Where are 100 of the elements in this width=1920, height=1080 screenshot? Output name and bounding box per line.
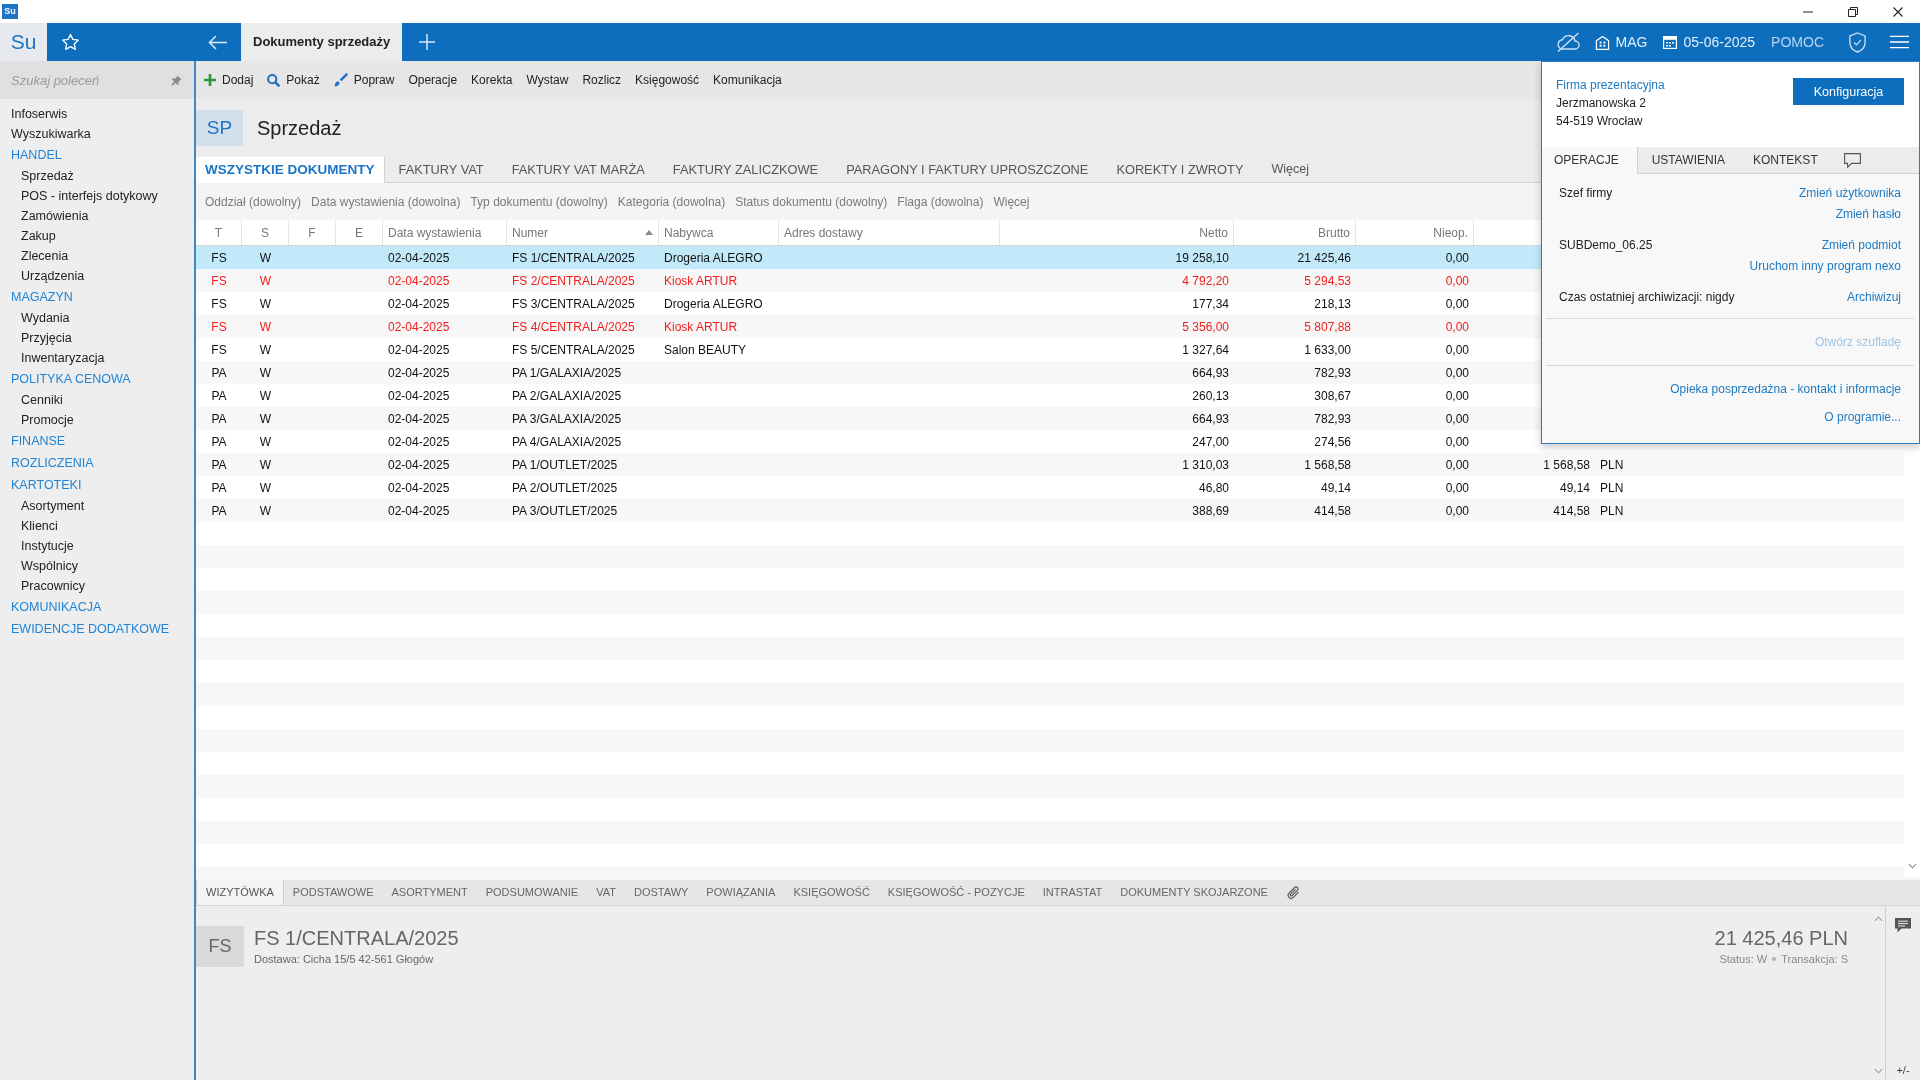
amount: 414,58 — [1553, 503, 1590, 518]
issue-date: 02-04-2025 — [388, 388, 450, 403]
document-type: PA — [211, 457, 227, 472]
status-code: W — [259, 480, 272, 495]
document-number: PA 3/OUTLET/2025 — [512, 503, 618, 518]
unpaid-amount: 0,00 — [1445, 411, 1469, 426]
document-badge: FS — [196, 926, 244, 967]
unpaid-amount: 0,00 — [1445, 434, 1469, 449]
issue-date: 02-04-2025 — [388, 411, 450, 426]
status-code: W — [259, 319, 272, 334]
document-type: PA — [211, 503, 227, 518]
document-number: FS 3/CENTRALA/2025 — [512, 296, 635, 311]
buyer-name: Kiosk ARTUR — [664, 319, 738, 334]
buyer-name: Drogeria ALEGRO — [664, 296, 763, 311]
issue-date: 02-04-2025 — [388, 480, 450, 495]
status-code: W — [259, 365, 272, 380]
address-line: Jerzmanowska 2 — [1556, 95, 1647, 112]
currency: PLN — [1600, 457, 1624, 472]
gross-amount: 218,13 — [1314, 296, 1351, 311]
unpaid-amount: 0,00 — [1445, 503, 1469, 518]
document-number: PA 4/GALAXIA/2025 — [512, 434, 622, 449]
document-number: FS 1/CENTRALA/2025 — [254, 926, 459, 950]
net-amount: 177,34 — [1192, 296, 1229, 311]
unpaid-amount: 0,00 — [1445, 250, 1469, 265]
unpaid-amount: 0,00 — [1445, 388, 1469, 403]
net-amount: 4 792,20 — [1182, 273, 1229, 288]
buyer-name: Kiosk ARTUR — [664, 273, 738, 288]
unpaid-amount: 0,00 — [1445, 296, 1469, 311]
net-amount: 19 258,10 — [1175, 250, 1229, 265]
gross-amount: 1 633,00 — [1304, 342, 1351, 357]
delivery-address: Dostawa: Cicha 15/5 42-561 Głogów — [254, 952, 435, 966]
app-logo: Su — [0, 23, 47, 61]
gross-amount: 5 807,88 — [1304, 319, 1351, 334]
app-logo: Su — [2, 4, 18, 19]
issue-date: 02-04-2025 — [388, 296, 450, 311]
status-code: W — [259, 273, 272, 288]
info-label: Czas ostatniej archiwizacji: nigdy — [1559, 289, 1735, 306]
unpaid-amount: 0,00 — [1445, 273, 1469, 288]
transaction-text: Transakcja: S — [1781, 952, 1848, 966]
status-code: W — [259, 250, 272, 265]
gross-amount: 782,93 — [1314, 411, 1351, 426]
issue-date: 02-04-2025 — [388, 250, 450, 265]
unpaid-amount: 0,00 — [1445, 480, 1469, 495]
issue-date: 02-04-2025 — [388, 365, 450, 380]
unpaid-amount: 0,00 — [1445, 342, 1469, 357]
document-number: FS 5/CENTRALA/2025 — [512, 342, 635, 357]
net-amount: 664,93 — [1192, 411, 1229, 426]
document-number: PA 1/OUTLET/2025 — [512, 457, 618, 472]
gross-amount: 782,93 — [1314, 365, 1351, 380]
amount: 1 568,58 — [1543, 457, 1590, 472]
unpaid-amount: 0,00 — [1445, 365, 1469, 380]
document-type: FS — [211, 319, 227, 334]
document-type: FS — [211, 342, 227, 357]
status-code: W — [259, 411, 272, 426]
document-type: PA — [211, 434, 227, 449]
net-amount: 46,80 — [1198, 480, 1229, 495]
net-amount: 388,69 — [1192, 503, 1229, 518]
net-amount: 1 310,03 — [1182, 457, 1229, 472]
total-amount: 21 425,46 PLN — [1714, 926, 1848, 950]
issue-date: 02-04-2025 — [388, 457, 450, 472]
document-type: PA — [211, 388, 227, 403]
net-amount: 664,93 — [1192, 365, 1229, 380]
document-number: PA 2/GALAXIA/2025 — [512, 388, 622, 403]
document-type: PA — [211, 411, 227, 426]
status-code: W — [259, 388, 272, 403]
amount: 49,14 — [1559, 480, 1590, 495]
document-type: FS — [211, 250, 227, 265]
currency: PLN — [1600, 480, 1624, 495]
module-badge: SP — [196, 110, 243, 146]
unpaid-amount: 0,00 — [1445, 457, 1469, 472]
net-amount: 260,13 — [1192, 388, 1229, 403]
gross-amount: 414,58 — [1314, 503, 1351, 518]
document-number: PA 2/OUTLET/2025 — [512, 480, 618, 495]
document-type: FS — [211, 296, 227, 311]
document-number: FS 4/CENTRALA/2025 — [512, 319, 635, 334]
gross-amount: 21 425,46 — [1297, 250, 1351, 265]
status-code: W — [259, 457, 272, 472]
document-type: PA — [211, 365, 227, 380]
status-code: W — [259, 342, 272, 357]
status-text: Status: W — [1719, 952, 1768, 966]
unpaid-amount: 0,00 — [1445, 319, 1469, 334]
page-title: Sprzedaż — [257, 116, 342, 141]
net-amount: 247,00 — [1192, 434, 1229, 449]
buyer-name: Salon BEAUTY — [664, 342, 747, 357]
gross-amount: 274,56 — [1314, 434, 1351, 449]
document-type: FS — [211, 273, 227, 288]
net-amount: 5 356,00 — [1182, 319, 1229, 334]
document-type: PA — [211, 480, 227, 495]
info-label: Szef firmy — [1559, 185, 1613, 202]
status-code: W — [259, 434, 272, 449]
buyer-name: Drogeria ALEGRO — [664, 250, 763, 265]
gross-amount: 1 568,58 — [1304, 457, 1351, 472]
gross-amount: 5 294,53 — [1304, 273, 1351, 288]
document-number: FS 1/CENTRALA/2025 — [512, 250, 635, 265]
document-number: FS 2/CENTRALA/2025 — [512, 273, 635, 288]
net-amount: 1 327,64 — [1182, 342, 1229, 357]
issue-date: 02-04-2025 — [388, 503, 450, 518]
issue-date: 02-04-2025 — [388, 434, 450, 449]
status-code: W — [259, 296, 272, 311]
issue-date: 02-04-2025 — [388, 319, 450, 334]
